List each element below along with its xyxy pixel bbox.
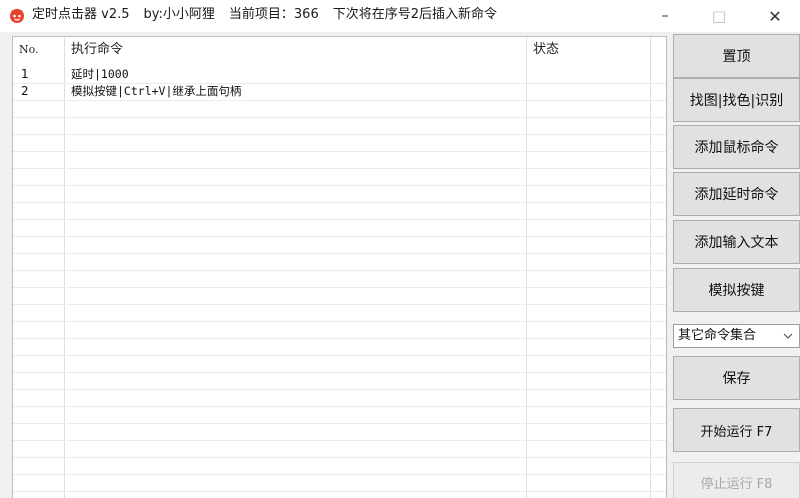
maximize-icon: □ <box>711 7 727 25</box>
empty-row <box>13 373 666 390</box>
empty-row <box>13 220 666 237</box>
empty-row <box>13 169 666 186</box>
row-command: 模拟按键|Ctrl+V|继承上面句柄 <box>71 84 242 98</box>
row-no: 2 <box>21 84 29 98</box>
select-value: 其它命令集合 <box>678 328 757 343</box>
empty-row <box>13 152 666 169</box>
window-title: 定时点击器 v2.5 by:小小阿狸 当前项目：366 下次将在序号2后插入新命令 <box>32 0 511 32</box>
row-command: 延时|1000 <box>71 67 129 81</box>
list-rows: 1 延时|1000 2 模拟按键|Ctrl+V|继承上面句柄 <box>13 67 666 492</box>
table-row[interactable]: 1 延时|1000 <box>13 67 666 84</box>
app-name: 定时点击器 v2.5 <box>32 7 130 22</box>
save-button[interactable]: 保存 <box>673 356 800 400</box>
row-no: 1 <box>21 67 29 81</box>
maximize-button[interactable]: □ <box>696 0 742 32</box>
app-logo-icon <box>10 9 24 23</box>
app-window: 定时点击器 v2.5 by:小小阿狸 当前项目：366 下次将在序号2后插入新命令 –… <box>0 0 800 498</box>
command-list[interactable]: No. 执行命令 状态 1 延时|1000 2 模拟按键|Ctrl+V|继承上面… <box>12 36 667 498</box>
pin-top-button[interactable]: 置顶 <box>673 34 800 78</box>
empty-row <box>13 254 666 271</box>
column-header-no[interactable]: No. <box>13 37 65 67</box>
empty-row <box>13 441 666 458</box>
simulate-key-button[interactable]: 模拟按键 <box>673 268 800 312</box>
empty-row <box>13 322 666 339</box>
empty-row <box>13 203 666 220</box>
empty-row <box>13 339 666 356</box>
empty-row <box>13 458 666 475</box>
table-row[interactable]: 2 模拟按键|Ctrl+V|继承上面句柄 <box>13 84 666 101</box>
minimize-button[interactable]: – <box>642 0 688 32</box>
current-project-label: 当前项目：366 <box>228 7 319 22</box>
column-header-status[interactable]: 状态 <box>527 37 666 67</box>
close-icon: ✕ <box>768 6 782 26</box>
empty-row <box>13 135 666 152</box>
row-status <box>527 67 666 84</box>
insert-hint-label: 下次将在序号2后插入新命令 <box>332 7 498 22</box>
list-header: No. 执行命令 状态 <box>13 37 666 67</box>
empty-row <box>13 390 666 407</box>
empty-row <box>13 271 666 288</box>
empty-row <box>13 356 666 373</box>
empty-row <box>13 118 666 135</box>
empty-row <box>13 237 666 254</box>
add-input-text-button[interactable]: 添加输入文本 <box>673 220 800 264</box>
author-label: by:小小阿狸 <box>143 7 215 22</box>
empty-row <box>13 186 666 203</box>
stop-run-button[interactable]: 停止运行 F8 <box>673 462 800 498</box>
add-mouse-command-button[interactable]: 添加鼠标命令 <box>673 125 800 169</box>
chevron-down-icon <box>781 325 795 347</box>
empty-row <box>13 305 666 322</box>
empty-row <box>13 101 666 118</box>
minimize-icon: – <box>661 8 669 24</box>
find-image-button[interactable]: 找图|找色|识别 <box>673 78 800 122</box>
title-bar: 定时点击器 v2.5 by:小小阿狸 当前项目：366 下次将在序号2后插入新命令 –… <box>0 0 800 32</box>
row-status <box>527 84 666 101</box>
other-commands-select[interactable]: 其它命令集合 <box>673 324 800 348</box>
column-header-command[interactable]: 执行命令 <box>65 37 527 67</box>
add-delay-command-button[interactable]: 添加延时命令 <box>673 172 800 216</box>
close-button[interactable]: ✕ <box>752 0 798 32</box>
empty-row <box>13 407 666 424</box>
empty-row <box>13 424 666 441</box>
start-run-button[interactable]: 开始运行 F7 <box>673 408 800 452</box>
empty-row <box>13 475 666 492</box>
empty-row <box>13 288 666 305</box>
